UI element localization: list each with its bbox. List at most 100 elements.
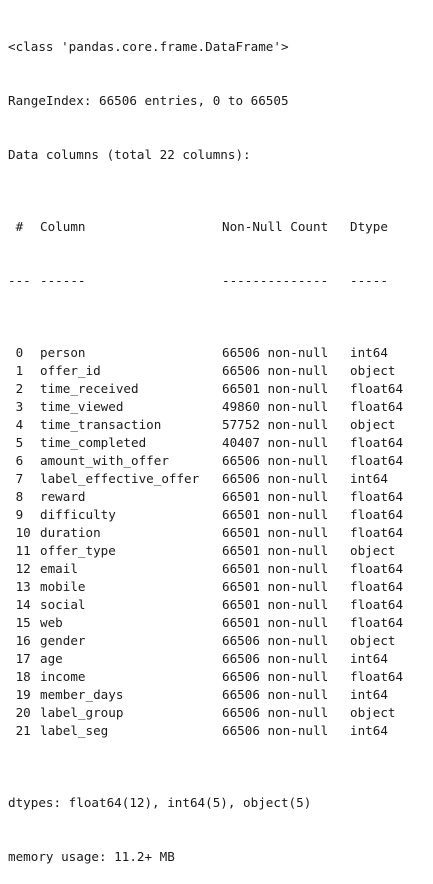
dataframe-info-output: <class 'pandas.core.frame.DataFrame'> Ra… [8, 2, 428, 884]
row-column-name: label_seg [40, 723, 109, 738]
range-index-line: RangeIndex: 66506 entries, 0 to 66505 [8, 93, 289, 108]
row-index: 2 [8, 381, 24, 396]
row-column-name: web [40, 615, 63, 630]
table-row: 20 label_group 66506 non-null object [8, 704, 428, 722]
row-column-name: gender [40, 633, 86, 648]
table-row: 15 web 66501 non-null float64 [8, 614, 428, 632]
memory-usage-line: memory usage: 11.2+ MB [8, 849, 175, 864]
row-column-name: member_days [40, 687, 124, 702]
row-index: 13 [8, 579, 31, 594]
row-dtype: int64 [350, 687, 388, 702]
table-row: 2 time_received 66501 non-null float64 [8, 380, 428, 398]
row-non-null-count: 66506 non-null [222, 651, 329, 666]
table-row: 19 member_days 66506 non-null int64 [8, 686, 428, 704]
row-index: 17 [8, 651, 31, 666]
row-dtype: float64 [350, 381, 404, 396]
data-columns-line: Data columns (total 22 columns): [8, 147, 251, 162]
row-column-name: time_received [40, 381, 139, 396]
table-row: 12 email 66501 non-null float64 [8, 560, 428, 578]
table-row: 14 social 66501 non-null float64 [8, 596, 428, 614]
table-row: 6 amount_with_offer 66506 non-null float64 [8, 452, 428, 470]
row-index: 12 [8, 561, 31, 576]
table-row: 16 gender 66506 non-null object [8, 632, 428, 650]
row-column-name: email [40, 561, 78, 576]
table-separator-row: --- ------ -------------- ----- [8, 272, 428, 290]
row-non-null-count: 66501 non-null [222, 543, 329, 558]
row-non-null-count: 66506 non-null [222, 471, 329, 486]
row-dtype: float64 [350, 669, 404, 684]
table-row: 11 offer_type 66501 non-null object [8, 542, 428, 560]
table-rows: 0 person 66506 non-null int64 1 offer_id 6650… [8, 344, 428, 740]
table-row: 3 time_viewed 49860 non-null float64 [8, 398, 428, 416]
row-dtype: float64 [350, 525, 404, 540]
table-row: 21 label_seg 66506 non-null int64 [8, 722, 428, 740]
row-index: 20 [8, 705, 31, 720]
row-column-name: offer_id [40, 363, 101, 378]
row-dtype: float64 [350, 453, 404, 468]
row-index: 19 [8, 687, 31, 702]
table-row: 5 time_completed 40407 non-null float64 [8, 434, 428, 452]
row-non-null-count: 66501 non-null [222, 507, 329, 522]
row-column-name: time_completed [40, 435, 147, 450]
table-row: 9 difficulty 66501 non-null float64 [8, 506, 428, 524]
row-index: 15 [8, 615, 31, 630]
row-dtype: float64 [350, 507, 404, 522]
table-row: 1 offer_id 66506 non-null object [8, 362, 428, 380]
row-index: 11 [8, 543, 31, 558]
row-non-null-count: 66501 non-null [222, 525, 329, 540]
row-index: 6 [8, 453, 24, 468]
header-column: Column [40, 219, 86, 234]
row-non-null-count: 66506 non-null [222, 669, 329, 684]
row-dtype: int64 [350, 345, 388, 360]
row-dtype: object [350, 417, 396, 432]
table-row: 13 mobile 66501 non-null float64 [8, 578, 428, 596]
separator-index: --- [8, 273, 31, 288]
row-column-name: mobile [40, 579, 86, 594]
row-dtype: int64 [350, 471, 388, 486]
row-dtype: object [350, 705, 396, 720]
table-row: 0 person 66506 non-null int64 [8, 344, 428, 362]
row-index: 8 [8, 489, 24, 504]
header-index: # [8, 219, 24, 234]
row-column-name: age [40, 651, 63, 666]
row-column-name: income [40, 669, 86, 684]
row-column-name: label_group [40, 705, 124, 720]
separator-dtype: ----- [350, 273, 388, 288]
row-non-null-count: 49860 non-null [222, 399, 329, 414]
row-column-name: label_effective_offer [40, 471, 200, 486]
row-column-name: amount_with_offer [40, 453, 169, 468]
row-index: 1 [8, 363, 24, 378]
header-count: Non-Null Count [222, 219, 329, 234]
row-dtype: float64 [350, 561, 404, 576]
row-non-null-count: 66506 non-null [222, 723, 329, 738]
row-dtype: int64 [350, 651, 388, 666]
separator-column: ------ [40, 273, 86, 288]
row-index: 5 [8, 435, 24, 450]
row-dtype: object [350, 633, 396, 648]
row-index: 4 [8, 417, 24, 432]
row-non-null-count: 66501 non-null [222, 381, 329, 396]
table-row: 7 label_effective_offer 66506 non-null int6… [8, 470, 428, 488]
row-non-null-count: 66506 non-null [222, 633, 329, 648]
row-column-name: time_transaction [40, 417, 162, 432]
row-non-null-count: 66501 non-null [222, 615, 329, 630]
row-column-name: reward [40, 489, 86, 504]
table-row: 17 age 66506 non-null int64 [8, 650, 428, 668]
row-dtype: object [350, 543, 396, 558]
row-non-null-count: 66506 non-null [222, 687, 329, 702]
row-index: 7 [8, 471, 24, 486]
row-non-null-count: 66501 non-null [222, 579, 329, 594]
row-non-null-count: 57752 non-null [222, 417, 329, 432]
row-dtype: float64 [350, 399, 404, 414]
row-column-name: difficulty [40, 507, 116, 522]
row-dtype: float64 [350, 435, 404, 450]
row-index: 9 [8, 507, 24, 522]
row-non-null-count: 66501 non-null [222, 561, 329, 576]
row-non-null-count: 66506 non-null [222, 453, 329, 468]
header-dtype: Dtype [350, 219, 388, 234]
row-non-null-count: 66501 non-null [222, 489, 329, 504]
table-header-row: # Column Non-Null Count Dtype [8, 218, 428, 236]
table-row: 8 reward 66501 non-null float64 [8, 488, 428, 506]
row-dtype: float64 [350, 615, 404, 630]
row-index: 14 [8, 597, 31, 612]
